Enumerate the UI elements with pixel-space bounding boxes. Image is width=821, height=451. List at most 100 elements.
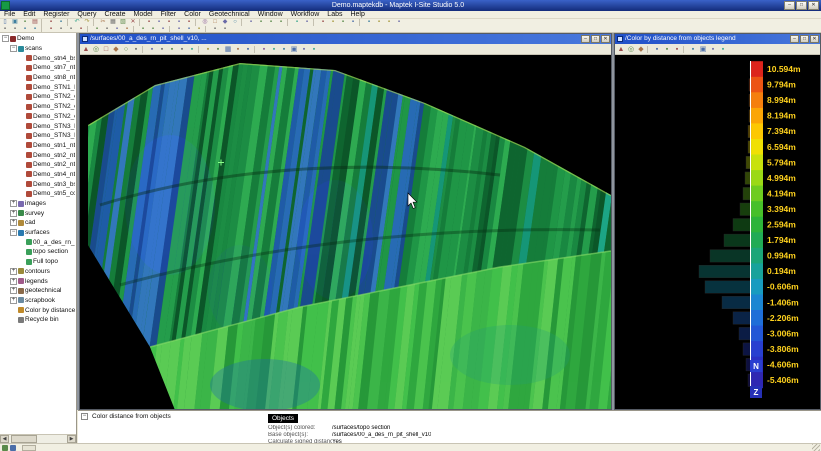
- tree-node[interactable]: 00_a_des_rn_pit...: [0, 237, 75, 247]
- menu-create[interactable]: Create: [100, 11, 129, 18]
- pan-icon[interactable]: ◆: [220, 19, 230, 26]
- select-poly-icon[interactable]: ▪: [154, 19, 164, 26]
- station-setup-icon[interactable]: ▪: [30, 26, 40, 32]
- scroll-left-button[interactable]: ◀: [0, 435, 9, 443]
- tree-expander[interactable]: +: [10, 200, 17, 208]
- legend-settings-icon[interactable]: ▪: [662, 45, 672, 54]
- tree-node[interactable]: + contours: [0, 267, 75, 277]
- deselect-icon[interactable]: ▪: [174, 19, 184, 26]
- create-point-icon[interactable]: ▪: [92, 26, 102, 32]
- viewport-title-bar[interactable]: /surfaces/00_a_des_rn_pit_shell_v10, ...…: [80, 34, 611, 44]
- measure-distance-icon[interactable]: ▪: [292, 19, 302, 26]
- minimize-button[interactable]: –: [581, 35, 590, 43]
- tree-expander[interactable]: +: [10, 287, 17, 295]
- annotate-icon[interactable]: ▪: [688, 45, 698, 54]
- tree-node[interactable]: Demo_stn2_ntho...: [0, 160, 75, 170]
- view-east-icon[interactable]: ▪: [266, 19, 276, 26]
- filter-topography-icon[interactable]: ▪: [328, 19, 338, 26]
- close-button[interactable]: ✕: [601, 35, 610, 43]
- property-value[interactable]: /surfaces/00_a_des_rn_pit_shell_v10: [332, 432, 431, 438]
- tree-node[interactable]: + cad: [0, 218, 75, 228]
- minimize-button[interactable]: –: [790, 35, 799, 43]
- workflow-editor-icon[interactable]: ▪: [174, 26, 184, 32]
- view-top-icon[interactable]: ▪: [246, 19, 256, 26]
- close-button[interactable]: ✕: [808, 1, 819, 10]
- section-create-icon[interactable]: ▪: [269, 45, 279, 54]
- select-lasso-icon[interactable]: ▪: [164, 19, 174, 26]
- tree-node[interactable]: Demo_STN2_co...: [0, 112, 75, 122]
- print-view-icon[interactable]: ▪: [708, 45, 718, 54]
- tree-node[interactable]: Demo_stn2_ntho...: [0, 150, 75, 160]
- model-surface-icon[interactable]: ▪: [138, 26, 148, 32]
- legend-svg[interactable]: 10.594m 9.794m 8.994m 8.194m 7.394m 6.594m 5.7…: [615, 55, 820, 409]
- collapse-panel-button[interactable]: −: [81, 413, 88, 420]
- close-button[interactable]: ✕: [810, 35, 819, 43]
- color-ramp-edit-icon[interactable]: ▪: [672, 45, 682, 54]
- triangulate-icon[interactable]: ▪: [364, 19, 374, 26]
- tree-node[interactable]: − Demo: [0, 34, 75, 44]
- legend-title-bar[interactable]: /Color by distance from objects legend –…: [615, 34, 820, 44]
- tree-expander[interactable]: −: [10, 45, 17, 53]
- settings-icon[interactable]: ▪: [210, 26, 220, 32]
- tree-node[interactable]: Demo_STN1_RN...: [0, 82, 75, 92]
- tree-expander[interactable]: +: [10, 277, 17, 285]
- snap-mode-icon[interactable]: [10, 444, 16, 451]
- tree-node[interactable]: Full topo: [0, 257, 75, 267]
- tree-node[interactable]: + scrapbook: [0, 296, 75, 306]
- filter-isolated-icon[interactable]: ▪: [348, 19, 358, 26]
- color-ramp-edit-icon[interactable]: ▪: [76, 26, 86, 32]
- color-by-height-icon[interactable]: ▪: [46, 26, 56, 32]
- menu-filter[interactable]: Filter: [157, 11, 181, 18]
- viewport-3d-view[interactable]: [80, 55, 611, 409]
- tree-node[interactable]: + legends: [0, 276, 75, 286]
- pan-tool-icon[interactable]: ◆: [111, 45, 121, 54]
- contour-tool-icon[interactable]: ▪: [394, 19, 404, 26]
- tree-node[interactable]: Recycle bin: [0, 315, 75, 325]
- tree-expander[interactable]: −: [10, 229, 17, 237]
- tab-objects[interactable]: Objects: [268, 414, 299, 423]
- undo-icon[interactable]: ↶: [72, 19, 82, 26]
- tree-node[interactable]: Color by distance f...: [0, 305, 75, 315]
- select-rect-icon[interactable]: ▪: [144, 19, 154, 26]
- view-home-icon[interactable]: ▲: [81, 45, 91, 54]
- create-polygon-icon[interactable]: ▪: [112, 26, 122, 32]
- menu-labs[interactable]: Labs: [323, 11, 346, 18]
- render-settings-icon[interactable]: ▪: [718, 45, 728, 54]
- view-west-icon[interactable]: ▪: [177, 45, 187, 54]
- menu-edit[interactable]: Edit: [19, 11, 39, 18]
- view-north-icon[interactable]: ▪: [157, 45, 167, 54]
- tree-expander[interactable]: +: [10, 296, 17, 304]
- tree-node[interactable]: + images: [0, 199, 75, 209]
- pan-tool-icon[interactable]: ◆: [636, 45, 646, 54]
- tree-node[interactable]: Demo_stn1_ntho...: [0, 141, 75, 151]
- scroll-thumb[interactable]: [11, 435, 37, 443]
- menu-geotechnical[interactable]: Geotechnical: [205, 11, 254, 18]
- boolean-ops-icon[interactable]: ▪: [158, 26, 168, 32]
- model-solid-icon[interactable]: ▪: [148, 26, 158, 32]
- orbit-tool-icon[interactable]: ○: [121, 45, 131, 54]
- export-icon[interactable]: ▪: [56, 19, 66, 26]
- create-text-icon[interactable]: ▪: [122, 26, 132, 32]
- tree-node[interactable]: Demo_STN3_RN...: [0, 121, 75, 131]
- tree-expander[interactable]: −: [2, 35, 9, 43]
- tree-node[interactable]: Demo_stn3_bs1...: [0, 179, 75, 189]
- filter-polygon-icon[interactable]: ▪: [318, 19, 328, 26]
- tree-node[interactable]: Demo_stn8_ntho...: [0, 73, 75, 83]
- redo-icon[interactable]: ↷: [82, 19, 92, 26]
- zoom-window-icon[interactable]: □: [210, 19, 220, 26]
- zoom-all-icon[interactable]: ◎: [626, 45, 636, 54]
- wireframe-icon[interactable]: ▦: [223, 45, 233, 54]
- explorer-hscrollbar[interactable]: ◀ ▶: [0, 434, 76, 443]
- tree-node[interactable]: Demo_STN2_co...: [0, 102, 75, 112]
- render-settings-icon[interactable]: ▪: [309, 45, 319, 54]
- legend-3d-view[interactable]: 10.594m 9.794m 8.994m 8.194m 7.394m 6.594m 5.7…: [615, 55, 820, 409]
- view-iso-icon[interactable]: ▪: [276, 19, 286, 26]
- tree-node[interactable]: + geotechnical: [0, 286, 75, 296]
- minimize-button[interactable]: –: [784, 1, 795, 10]
- tree-expander[interactable]: +: [10, 219, 17, 227]
- cut-icon[interactable]: ✂: [98, 19, 108, 26]
- delete-icon[interactable]: ✕: [128, 19, 138, 26]
- open-icon[interactable]: ▣: [10, 19, 20, 26]
- decimate-icon[interactable]: ▪: [374, 19, 384, 26]
- zoom-all-icon[interactable]: ◎: [91, 45, 101, 54]
